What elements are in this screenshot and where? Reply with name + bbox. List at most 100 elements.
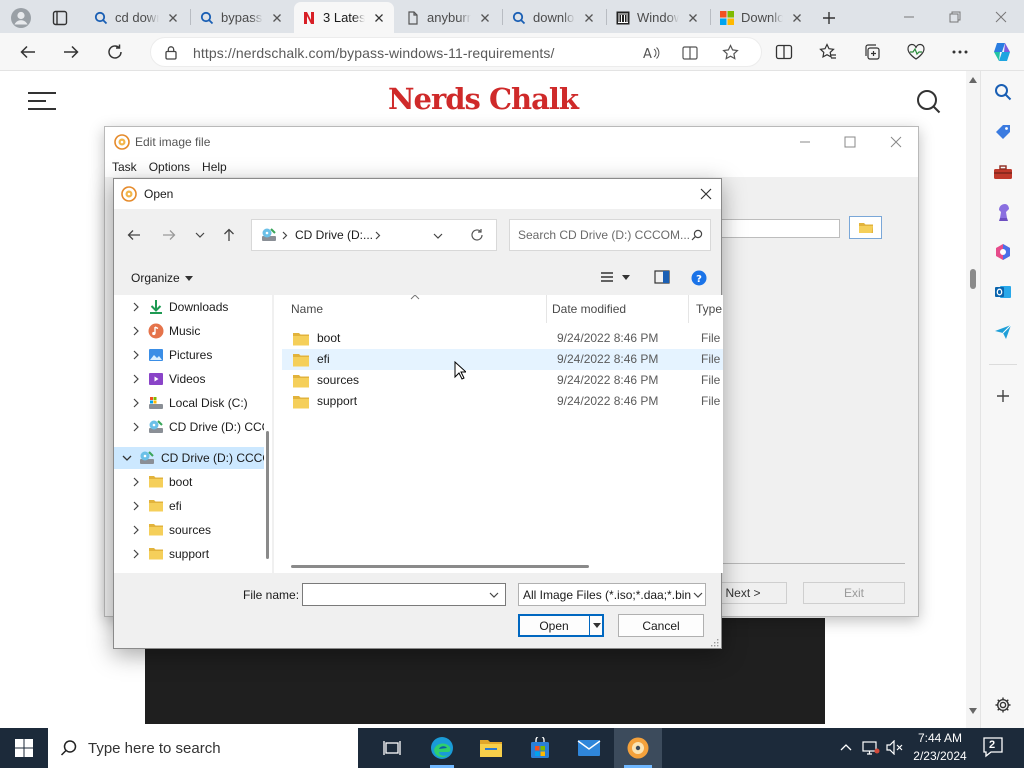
network-icon[interactable] [862,740,880,755]
close-window-button[interactable] [978,0,1024,33]
chevron-right-icon[interactable] [131,422,141,432]
dialog-close-button[interactable] [694,183,718,205]
file-type-filter-select[interactable]: All Image Files (*.iso;*.daa;*.bin [518,583,706,606]
collections-button[interactable] [857,37,887,67]
chevron-down-icon[interactable] [433,232,443,240]
sidebar-games-button[interactable] [989,198,1017,226]
tree-item-sources[interactable]: sources [114,519,264,541]
sidebar-search-button[interactable] [989,78,1017,106]
profile-button[interactable] [4,2,40,33]
chevron-up-icon[interactable] [840,743,852,751]
nav-back-button[interactable] [121,222,147,248]
taskbar-anyburn-button[interactable] [614,728,662,768]
restore-button[interactable] [932,0,978,33]
immersive-reader-icon[interactable] [682,45,699,61]
preview-pane-button[interactable] [654,270,670,284]
file-list-hscrollbar[interactable] [274,559,723,573]
view-options-button[interactable] [600,271,630,283]
tree-item-boot[interactable]: boot [114,471,264,493]
scrollbar-thumb[interactable] [970,269,976,289]
sidebar-tools-button[interactable] [989,158,1017,186]
sidebar-drop-button[interactable] [989,318,1017,346]
column-header-date-modified[interactable]: Date modified [545,295,689,323]
volume-muted-icon[interactable] [886,740,904,755]
refresh-icon[interactable] [470,228,484,242]
tab-bypass-windows[interactable]: bypass windows [192,2,292,33]
filename-input[interactable] [302,583,506,606]
file-row-sources[interactable]: sources 9/24/2022 8:46 PM File folder [282,370,723,391]
resize-grip-icon[interactable] [710,638,719,647]
taskbar-store-button[interactable] [516,728,564,768]
sidebar-add-button[interactable] [989,382,1017,410]
menu-task[interactable]: Task [112,160,137,174]
close-icon[interactable] [890,136,902,148]
chevron-right-icon[interactable] [131,398,141,408]
clock-date[interactable]: 2/23/2024 [910,749,970,763]
new-tab-button[interactable] [814,2,844,33]
chevron-right-icon[interactable] [131,501,141,511]
tree-scrollbar[interactable] [264,295,272,573]
taskbar-file-explorer-button[interactable] [467,728,515,768]
menu-options[interactable]: Options [149,160,190,174]
favorite-star-icon[interactable] [722,44,739,61]
copilot-button[interactable] [987,37,1017,67]
tree-item-local-disk[interactable]: Local Disk (C:) [114,392,264,414]
folder-search-input[interactable]: Search CD Drive (D:) CCCOM... [509,219,711,251]
close-tab-icon[interactable] [478,11,492,25]
column-header-name[interactable]: Name [284,295,547,323]
tab-cd-download[interactable]: cd download [86,2,188,33]
close-tab-icon[interactable] [790,11,804,25]
chevron-right-icon[interactable] [131,525,141,535]
start-button[interactable] [0,728,48,768]
site-search-button[interactable] [916,89,941,114]
clock-time[interactable]: 7:44 AM [910,731,970,745]
sidebar-shopping-button[interactable] [989,118,1017,146]
scroll-down-icon[interactable] [969,708,977,714]
tree-item-videos[interactable]: Videos [114,368,264,390]
tree-item-downloads[interactable]: Downloads [114,296,264,318]
organize-button[interactable]: Organize [131,271,193,285]
taskbar-search-box[interactable]: Type here to search [48,728,358,768]
exit-button[interactable]: Exit [803,582,905,604]
nav-up-button[interactable] [216,222,242,248]
chevron-right-icon[interactable] [131,374,141,384]
minimize-button[interactable] [886,0,932,33]
tree-scrollbar-thumb[interactable] [266,431,269,559]
address-bar[interactable]: https://nerdschalk.com/bypass-windows-11… [150,37,762,67]
open-button[interactable]: Open [518,614,604,637]
chevron-right-icon[interactable] [131,350,141,360]
favorites-button[interactable] [813,37,843,67]
chevron-down-icon[interactable] [122,453,132,463]
back-button[interactable] [13,37,43,67]
hamburger-menu-button[interactable] [28,92,56,110]
chevron-right-icon[interactable] [131,549,141,559]
chevron-right-icon[interactable] [131,326,141,336]
refresh-button[interactable] [100,37,130,67]
chevron-right-icon[interactable] [131,477,141,487]
forward-button[interactable] [56,37,86,67]
file-row-efi[interactable]: efi 9/24/2022 8:46 PM File folder [282,349,723,370]
lock-icon[interactable] [164,45,178,60]
taskbar-edge-button[interactable] [418,728,466,768]
notification-center-button[interactable]: 2 [982,736,1006,760]
sidebar-settings-button[interactable] [989,691,1017,719]
maximize-icon[interactable] [844,136,856,148]
close-tab-icon[interactable] [582,11,596,25]
hscrollbar-thumb[interactable] [291,565,589,568]
tree-item-pictures[interactable]: Pictures [114,344,264,366]
page-scrollbar[interactable] [966,71,980,728]
tab-anyburn[interactable]: anyburn [398,2,500,33]
caret-down-icon[interactable] [593,623,601,628]
chevron-down-icon[interactable] [489,592,499,599]
breadcrumb-bar[interactable]: CD Drive (D:... [251,219,497,251]
tab-download-microsoft[interactable]: Download [712,2,812,33]
breadcrumb-location[interactable]: CD Drive (D:... [295,228,373,242]
sidebar-outlook-button[interactable] [989,278,1017,306]
close-tab-icon[interactable] [166,11,180,25]
minimize-icon[interactable] [799,136,811,148]
close-tab-icon[interactable] [270,11,284,25]
tree-item-support[interactable]: support [114,543,264,565]
settings-more-button[interactable] [945,37,975,67]
chevron-right-icon[interactable] [131,302,141,312]
tab-3-latest-ways[interactable]: 3 Latest Ways [294,2,394,33]
